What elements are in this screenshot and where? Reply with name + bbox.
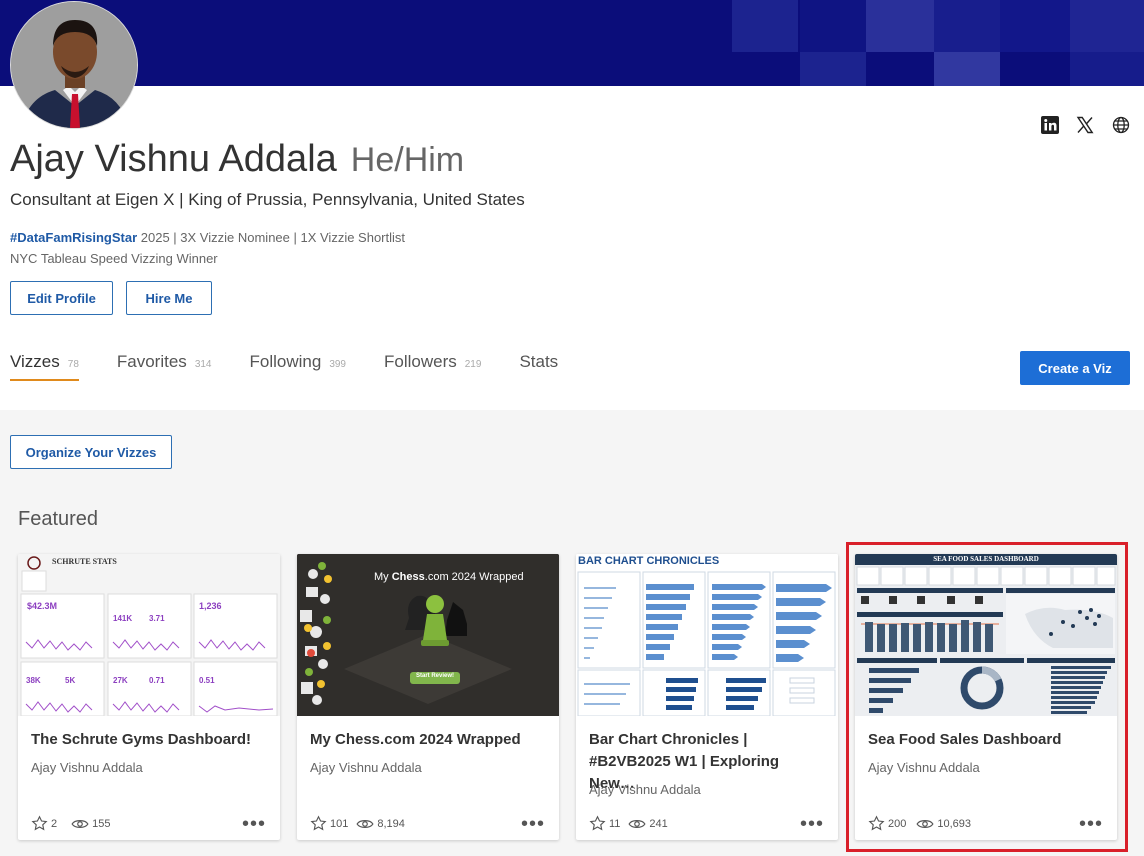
views-count: 155 — [92, 817, 111, 830]
tab-stats[interactable]: Stats — [519, 352, 558, 378]
thumb-metric: 0.71 — [149, 676, 165, 685]
thumb-title: SCHRUTE STATS — [52, 557, 117, 566]
viz-stats: 2 155 — [31, 815, 110, 832]
thumb-metric: 1,236 — [199, 601, 222, 611]
featured-heading: Featured — [18, 508, 99, 530]
thumb-metric: 141K — [113, 614, 133, 623]
banner-tile — [1070, 0, 1144, 52]
more-options-button[interactable]: ••• — [242, 814, 266, 834]
views-count: 8,194 — [377, 817, 405, 830]
bio-hashtag-link[interactable]: #DataFamRisingStar — [10, 230, 137, 245]
viz-thumbnail[interactable]: My Chess.com 2024 Wrapped Start Review! — [297, 554, 559, 716]
profile-bio-line2: NYC Tableau Speed Vizzing Winner — [10, 251, 218, 266]
banner-tile — [1000, 0, 1070, 52]
viz-stats: 11 241 — [589, 815, 668, 832]
viz-author[interactable]: Ajay Vishnu Addala — [310, 760, 422, 775]
chess-heading-post: .com 2024 Wrapped — [424, 571, 524, 583]
chess-heading-brand: Chess — [391, 571, 425, 583]
viz-stats: 101 8,194 — [310, 815, 405, 832]
hire-me-button[interactable]: Hire Me — [126, 281, 212, 315]
banner-tile — [732, 0, 798, 52]
viz-card[interactable]: My Chess.com 2024 Wrapped Start Review! … — [297, 554, 559, 840]
profile-banner — [0, 0, 1144, 86]
favorites-count: 11 — [609, 817, 621, 830]
chess-heading-pre: My — [374, 571, 392, 583]
banner-tile — [866, 0, 934, 52]
tab-favorites[interactable]: Favorites 314 — [117, 352, 212, 378]
thumb-metric: 3.71 — [149, 614, 165, 623]
tab-followers[interactable]: Followers 219 — [384, 352, 481, 378]
tab-label: Stats — [519, 352, 559, 371]
eye-icon — [71, 817, 89, 831]
favorites-count: 101 — [330, 817, 349, 830]
profile-name: Ajay Vishnu Addala He/Him — [10, 138, 464, 181]
tab-label: Vizzes — [10, 352, 60, 371]
create-viz-button[interactable]: Create a Viz — [1020, 351, 1130, 385]
tab-count: 219 — [464, 359, 482, 370]
star-icon[interactable] — [31, 815, 48, 832]
organize-vizzes-button[interactable]: Organize Your Vizzes — [10, 435, 172, 469]
profile-tabs: Vizzes 78 Favorites 314 Following 399 Follo… — [10, 352, 596, 381]
eye-icon — [628, 817, 646, 831]
thumb-metric: 5K — [65, 676, 76, 685]
banner-tile — [800, 52, 866, 86]
viz-author[interactable]: Ajay Vishnu Addala — [31, 760, 143, 775]
avatar-portrait — [11, 2, 137, 128]
profile-subtitle: Consultant at Eigen X | King of Prussia,… — [10, 190, 525, 209]
favorites-count: 2 — [51, 817, 58, 830]
thumb-metric: 27K — [113, 676, 128, 685]
more-options-button[interactable]: ••• — [800, 814, 824, 834]
thumb-metric: 38K — [26, 676, 41, 685]
viz-title[interactable]: My Chess.com 2024 Wrapped — [310, 729, 548, 751]
star-icon[interactable] — [589, 815, 606, 832]
eye-icon — [356, 817, 374, 831]
avatar — [10, 1, 138, 129]
viz-card[interactable]: BAR CHART CHRONICLES Bar Chart Chronicle… — [576, 554, 838, 840]
banner-tile — [800, 0, 866, 52]
chess-wrapped-heading: My Chess.com 2024 Wrapped — [374, 571, 524, 583]
banner-tile — [1070, 52, 1144, 86]
x-icon[interactable] — [1074, 114, 1096, 136]
start-review-button: Start Review! — [415, 673, 454, 679]
profile-pronouns: He/Him — [350, 141, 465, 179]
viz-author[interactable]: Ajay Vishnu Addala — [589, 782, 701, 797]
tab-count: 78 — [67, 359, 79, 370]
banner-tile — [934, 52, 1000, 86]
tab-count: 399 — [329, 359, 346, 370]
tab-label: Followers — [384, 352, 457, 371]
tab-vizzes[interactable]: Vizzes 78 — [10, 352, 79, 381]
thumb-metric: 0.51 — [199, 676, 215, 685]
linkedin-icon[interactable] — [1039, 114, 1061, 136]
tab-label: Following — [249, 352, 322, 371]
profile-name-text: Ajay Vishnu Addala — [10, 138, 337, 180]
star-icon[interactable] — [310, 815, 327, 832]
selection-highlight — [846, 542, 1128, 852]
tab-count: 314 — [194, 359, 212, 370]
tab-following[interactable]: Following 399 — [250, 352, 347, 378]
views-count: 241 — [649, 817, 668, 830]
profile-bio-line1: #DataFamRisingStar 2025 | 3X Vizzie Nomi… — [10, 230, 405, 245]
viz-thumbnail[interactable]: SCHRUTE STATS $42.3M 141K 3.71 1,236 38K… — [18, 554, 280, 716]
viz-title[interactable]: The Schrute Gyms Dashboard! — [31, 729, 269, 751]
bio-line1-text: 2025 | 3X Vizzie Nominee | 1X Vizzie Sho… — [137, 230, 406, 245]
banner-tile — [934, 0, 1000, 52]
globe-icon[interactable] — [1110, 114, 1132, 136]
thumb-title: BAR CHART CHRONICLES — [578, 555, 720, 567]
edit-profile-button[interactable]: Edit Profile — [10, 281, 113, 315]
tab-label: Favorites — [116, 352, 187, 371]
thumb-metric: $42.3M — [27, 601, 58, 611]
viz-card[interactable]: SCHRUTE STATS $42.3M 141K 3.71 1,236 38K… — [18, 554, 280, 840]
more-options-button[interactable]: ••• — [521, 814, 545, 834]
viz-thumbnail[interactable]: BAR CHART CHRONICLES — [576, 554, 838, 716]
